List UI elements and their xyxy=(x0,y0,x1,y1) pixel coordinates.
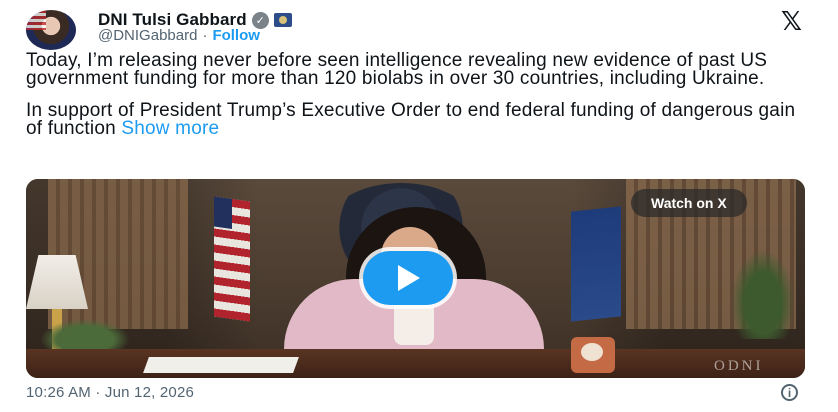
follow-button[interactable]: Follow xyxy=(212,27,260,44)
info-icon[interactable]: i xyxy=(781,384,798,401)
verified-badge-icon: ✓ xyxy=(251,11,269,29)
post-text: Today, I’m releasing never before seen i… xyxy=(26,50,816,139)
watch-on-x-button[interactable]: Watch on X xyxy=(631,189,747,217)
x-logo-icon[interactable]: 𝕏 xyxy=(781,8,802,34)
separator-dot: · xyxy=(202,27,208,44)
video-agency-flag xyxy=(571,206,621,322)
video-us-flag xyxy=(214,196,250,322)
show-more-link[interactable]: Show more xyxy=(121,118,219,139)
author-handle[interactable]: @DNIGabbard xyxy=(98,27,197,44)
video-plant xyxy=(40,319,130,353)
post-paragraph: Today, I’m releasing never before seen i… xyxy=(26,50,768,89)
post-card: DNI Tulsi Gabbard ✓ @DNIGabbard · Follow… xyxy=(0,0,838,412)
author-handle-row: @DNIGabbard · Follow xyxy=(98,27,260,44)
avatar[interactable] xyxy=(26,10,76,50)
play-button[interactable] xyxy=(363,251,453,305)
video-plant xyxy=(731,249,795,339)
post-timestamp[interactable]: 10:26 AM · Jun 12, 2026 xyxy=(26,384,194,401)
video-mug xyxy=(571,337,615,373)
post-paragraph: In support of President Trump’s Executiv… xyxy=(26,101,816,139)
video-desk xyxy=(26,349,805,378)
video-paper xyxy=(143,357,299,373)
video-watermark: ODNI xyxy=(714,358,764,374)
video-player[interactable]: ODNI Watch on X xyxy=(26,179,805,378)
play-icon xyxy=(398,265,420,291)
affiliation-badge-icon[interactable] xyxy=(273,13,292,27)
